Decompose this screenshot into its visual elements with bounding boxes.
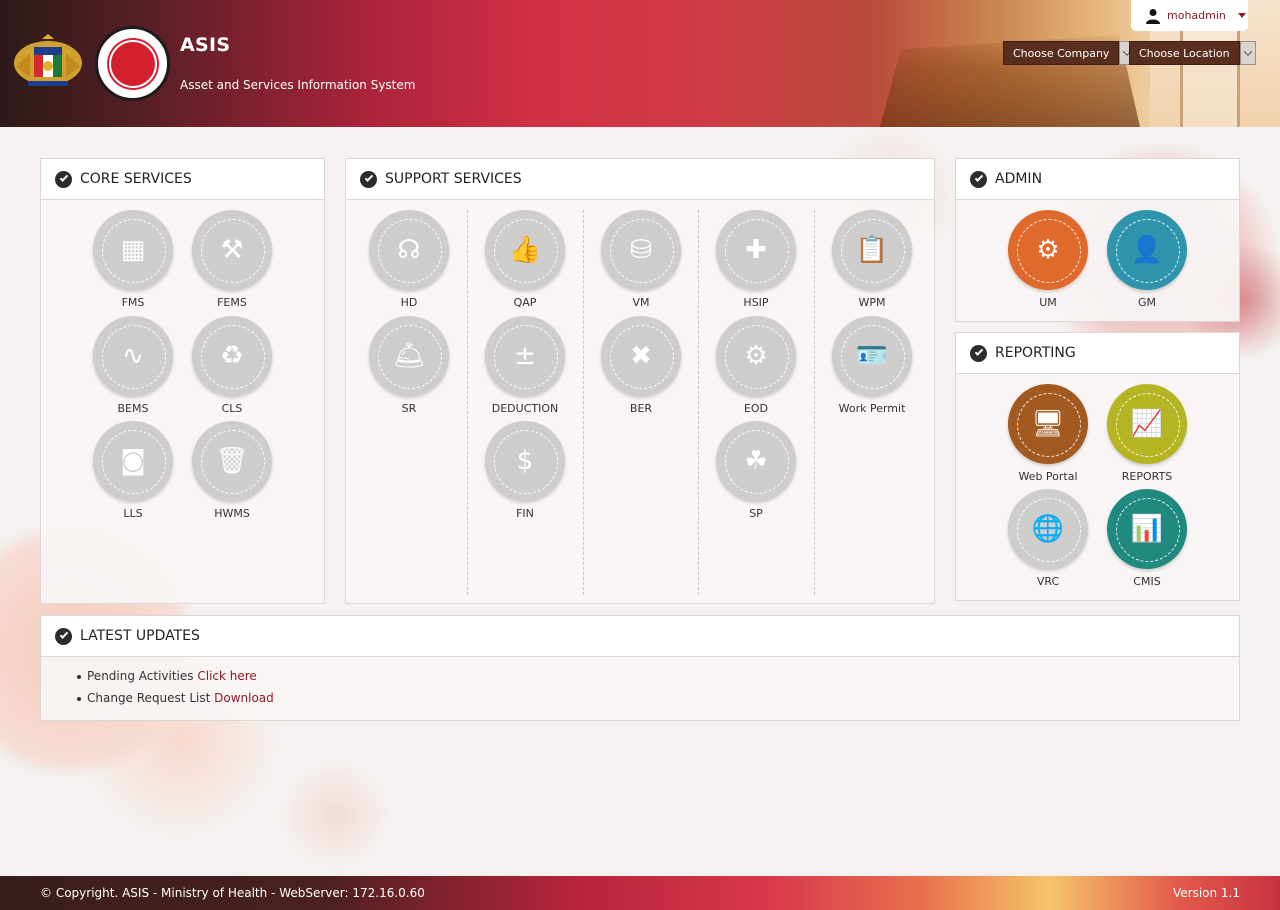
version-text: Version 1.1 [1172,886,1240,900]
pending-activities-link[interactable]: Click here [197,669,256,683]
tile-qap[interactable]: 👍 QAP [470,210,580,309]
panel-title: ADMIN [995,171,1043,187]
reporting-panel: REPORTING 🖥 Web Portal 📈 REPORTS 🌐 VRC 📊… [955,332,1240,601]
username: mohadmin [1167,9,1226,22]
updates-list: Pending Activities Click here Change Req… [41,657,1239,705]
caret-down-icon [1237,13,1246,18]
tile-hd[interactable]: ☊ HD [354,210,464,309]
tile-deduction[interactable]: ± DEDUCTION [470,316,580,415]
permit-card-icon: 🪪 [855,341,889,371]
user-icon [1146,8,1160,24]
tile-fems[interactable]: ⚒ FEMS [177,210,287,309]
copyright-text: © Copyright. ASIS - Ministry of Health -… [40,886,425,900]
footer: © Copyright. ASIS - Ministry of Health -… [0,876,1280,910]
panel-title: CORE SERVICES [80,171,192,187]
panel-header: REPORTING [956,333,1239,374]
change-request-download-link[interactable]: Download [214,691,274,705]
latest-updates-panel: LATEST UPDATES Pending Activities Click … [40,615,1240,721]
vacuum-icon: ♻ [220,341,244,371]
headset-icon: ☊ [397,235,421,265]
core-services-panel: CORE SERVICES ▦ FMS ⚒ FEMS ∿ BEMS ♻ CLS … [40,158,325,604]
tools-icon: ✖ [630,341,652,371]
clipboard-eye-icon: 📋 [855,235,889,265]
check-circle-icon [970,344,987,362]
tile-cls[interactable]: ♻ CLS [177,316,287,415]
tile-vrc[interactable]: 🌐 VRC [993,489,1103,588]
location-select[interactable]: Choose Location [1129,41,1256,65]
plus-minus-icon: ± [514,341,536,371]
company-select-label: Choose Company [1003,41,1120,65]
tile-web-portal[interactable]: 🖥 Web Portal [993,384,1103,483]
check-circle-icon [970,170,987,188]
tile-wpm[interactable]: 📋 WPM [817,210,927,309]
tile-eod[interactable]: ⚙ EOD [701,316,811,415]
panel-title: REPORTING [995,345,1076,361]
location-select-label: Choose Location [1129,41,1240,65]
monitor-globe-icon: 🖥 [1031,409,1065,439]
chevron-down-icon [1239,41,1256,65]
list-item: Change Request List Download [77,691,1239,705]
column-divider [583,210,584,595]
tile-ber[interactable]: ✖ BER [586,316,696,415]
panel-header: SUPPORT SERVICES [346,159,934,200]
hospital-tools-icon: ⚒ [220,235,244,265]
bar-chart-icon: 📊 [1130,514,1164,544]
thumbs-up-icon: 👍 [508,235,542,265]
line-chart-icon: 📈 [1130,409,1164,439]
tile-fms[interactable]: ▦ FMS [78,210,188,309]
check-circle-icon [55,627,72,645]
database-gear-icon: ⚙ [744,341,768,371]
check-circle-icon [360,170,377,188]
app-subtitle: Asset and Services Information System [180,78,416,92]
tile-hwms[interactable]: 🗑 HWMS [177,421,287,520]
column-divider [814,210,815,595]
user-coins-icon: 👤 [1130,235,1164,265]
user-management-gear-icon: ⚙ [1036,235,1060,265]
hospital-icon: ✚ [745,235,767,265]
waste-bin-icon: 🗑 [215,446,249,476]
tile-sp[interactable]: ☘ SP [701,421,811,520]
tile-hsip[interactable]: ✚ HSIP [701,210,811,309]
column-divider [467,210,468,595]
tile-work-permit[interactable]: 🪪 Work Permit [817,316,927,415]
dollar-icon: $ [516,446,534,476]
globe-person-icon: 🌐 [1031,514,1065,544]
service-bell-icon: 🛎 [392,341,426,371]
tile-um[interactable]: ⚙ UM [993,210,1103,309]
tile-sr[interactable]: 🛎 SR [354,316,464,415]
panel-header: CORE SERVICES [41,159,324,200]
column-divider [698,210,699,595]
admin-panel: ADMIN ⚙ UM 👤 GM [955,158,1240,322]
tile-vm[interactable]: ⛁ VM [586,210,696,309]
support-services-panel: SUPPORT SERVICES ☊ HD 🛎 SR 👍 QAP ± DEDUC… [345,158,935,604]
tile-gm[interactable]: 👤 GM [1092,210,1202,309]
washing-machine-icon: ◙ [120,446,146,476]
tile-cmis[interactable]: 📊 CMIS [1092,489,1202,588]
tile-fin[interactable]: $ FIN [470,421,580,520]
app-title: ASIS [180,34,231,56]
panel-title: SUPPORT SERVICES [385,171,522,187]
panel-header: ADMIN [956,159,1239,200]
check-circle-icon [55,170,72,188]
pulse-icon: ∿ [122,341,144,371]
building-icon: ▦ [120,235,146,265]
tile-lls[interactable]: ◙ LLS [78,421,188,520]
tile-reports[interactable]: 📈 REPORTS [1092,384,1202,483]
company-select[interactable]: Choose Company [1003,41,1136,65]
panel-title: LATEST UPDATES [80,628,200,644]
coat-of-arms-logo [14,34,82,86]
header-banner: ASIS Asset and Services Information Syst… [0,0,1280,127]
coins-icon: ⛁ [630,235,652,265]
hands-people-icon: ☘ [744,446,768,476]
list-item: Pending Activities Click here [77,669,1239,683]
user-menu[interactable]: mohadmin [1131,0,1248,31]
panel-header: LATEST UPDATES [41,616,1239,657]
tile-bems[interactable]: ∿ BEMS [78,316,188,415]
ministry-of-health-logo [95,26,170,101]
